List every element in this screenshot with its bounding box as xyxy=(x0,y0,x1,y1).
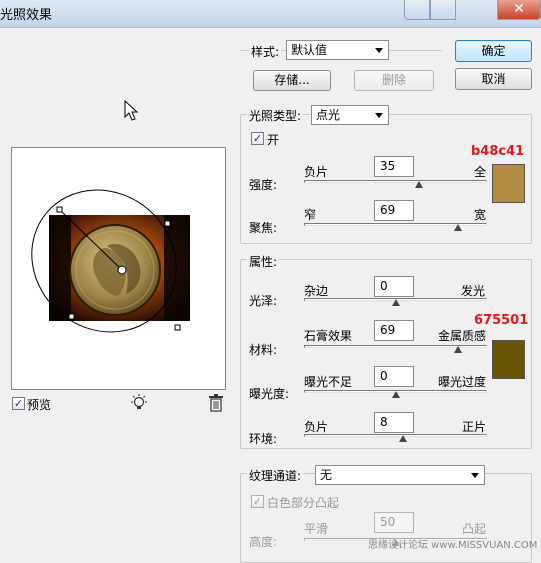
exposure-right-label: 曝光过度 xyxy=(438,375,487,389)
exposure-input[interactable]: 0 xyxy=(374,366,414,387)
light-color-hex: b48c41 xyxy=(471,144,525,159)
intensity-label: 强度: xyxy=(249,178,278,192)
focus-label: 聚焦: xyxy=(249,221,278,235)
exposure-slider-thumb[interactable] xyxy=(391,391,400,398)
focus-input[interactable]: 69 xyxy=(374,200,414,221)
preview-canvas[interactable] xyxy=(11,147,226,390)
trash-icon[interactable] xyxy=(208,394,224,412)
light-on-checkbox[interactable]: ✓ xyxy=(251,132,264,145)
ambient-color-swatch[interactable] xyxy=(492,340,525,379)
style-select[interactable]: 默认值 xyxy=(286,40,389,60)
ambience-label: 环境: xyxy=(249,432,278,446)
chevron-down-icon xyxy=(375,113,383,118)
light-type-label: 光照类型: xyxy=(247,107,304,124)
chevron-down-icon xyxy=(375,48,383,53)
height-right-label: 凸起 xyxy=(462,522,487,536)
properties-heading: 属性: xyxy=(247,253,280,270)
preview-label: 预览 xyxy=(27,398,52,412)
gloss-left-label: 杂边 xyxy=(304,284,329,298)
texture-label: 纹理通道: xyxy=(247,467,304,484)
height-input[interactable]: 50 xyxy=(374,512,414,533)
ambience-right-label: 正片 xyxy=(462,420,487,434)
material-left-label: 石膏效果 xyxy=(304,329,353,343)
preview-image xyxy=(31,189,190,333)
ambience-slider-thumb[interactable] xyxy=(398,435,407,442)
ambience-slider-track[interactable] xyxy=(304,434,487,437)
gloss-input[interactable]: 0 xyxy=(374,276,414,297)
light-on-label: 开 xyxy=(267,133,280,147)
delete-style-button[interactable]: 删除 xyxy=(354,70,434,91)
gloss-label: 光泽: xyxy=(249,294,278,308)
cancel-button[interactable]: 取消 xyxy=(455,68,532,90)
gloss-slider-thumb[interactable] xyxy=(391,299,400,306)
material-color-hex: 675501 xyxy=(474,313,529,328)
exposure-label: 曝光度: xyxy=(249,387,290,401)
title-bar: 光照效果 xyxy=(0,0,541,28)
material-label: 材料: xyxy=(249,343,278,357)
close-button[interactable] xyxy=(497,0,541,20)
chevron-down-icon xyxy=(471,473,479,478)
window-title: 光照效果 xyxy=(0,8,53,23)
height-label: 高度: xyxy=(249,535,278,549)
height-left-label: 平滑 xyxy=(304,522,329,536)
exposure-left-label: 曝光不足 xyxy=(304,375,353,389)
intensity-slider-track[interactable] xyxy=(304,180,487,183)
light-type-value: 点光 xyxy=(316,108,341,122)
style-select-value: 默认值 xyxy=(291,43,328,57)
intensity-left-label: 负片 xyxy=(304,165,329,179)
intensity-input[interactable]: 35 xyxy=(374,156,414,177)
focus-left-label: 窄 xyxy=(304,208,317,222)
texture-select-value: 无 xyxy=(320,468,333,482)
intensity-slider-thumb[interactable] xyxy=(415,181,424,188)
focus-slider-thumb[interactable] xyxy=(453,224,462,231)
preview-checkbox[interactable]: ✓ xyxy=(12,397,25,410)
light-color-swatch[interactable] xyxy=(492,164,525,203)
texture-select[interactable]: 无 xyxy=(315,465,485,485)
save-style-button[interactable]: 存储... xyxy=(253,70,331,91)
ok-button[interactable]: 确定 xyxy=(455,40,532,62)
ambience-input[interactable]: 8 xyxy=(374,412,414,433)
focus-right-label: 宽 xyxy=(474,208,487,222)
maximize-button[interactable] xyxy=(430,0,456,20)
minimize-button[interactable] xyxy=(404,0,430,20)
white-high-label: 白色部分凸起 xyxy=(267,496,340,510)
light-type-select[interactable]: 点光 xyxy=(311,105,389,125)
ambience-left-label: 负片 xyxy=(304,420,329,434)
gloss-right-label: 发光 xyxy=(461,284,486,298)
intensity-right-label: 全 xyxy=(474,165,487,179)
watermark-text: 思缘设计论坛 www.MISSVUAN.COM xyxy=(368,540,538,551)
style-label: 样式: xyxy=(249,43,282,60)
material-slider-thumb[interactable] xyxy=(453,346,462,353)
material-input[interactable]: 69 xyxy=(374,320,414,341)
white-high-checkbox[interactable]: ✓ xyxy=(251,495,264,508)
light-bulb-icon[interactable] xyxy=(129,393,149,413)
material-right-label: 金属质感 xyxy=(438,329,487,343)
cursor-arrow-icon xyxy=(124,100,139,121)
